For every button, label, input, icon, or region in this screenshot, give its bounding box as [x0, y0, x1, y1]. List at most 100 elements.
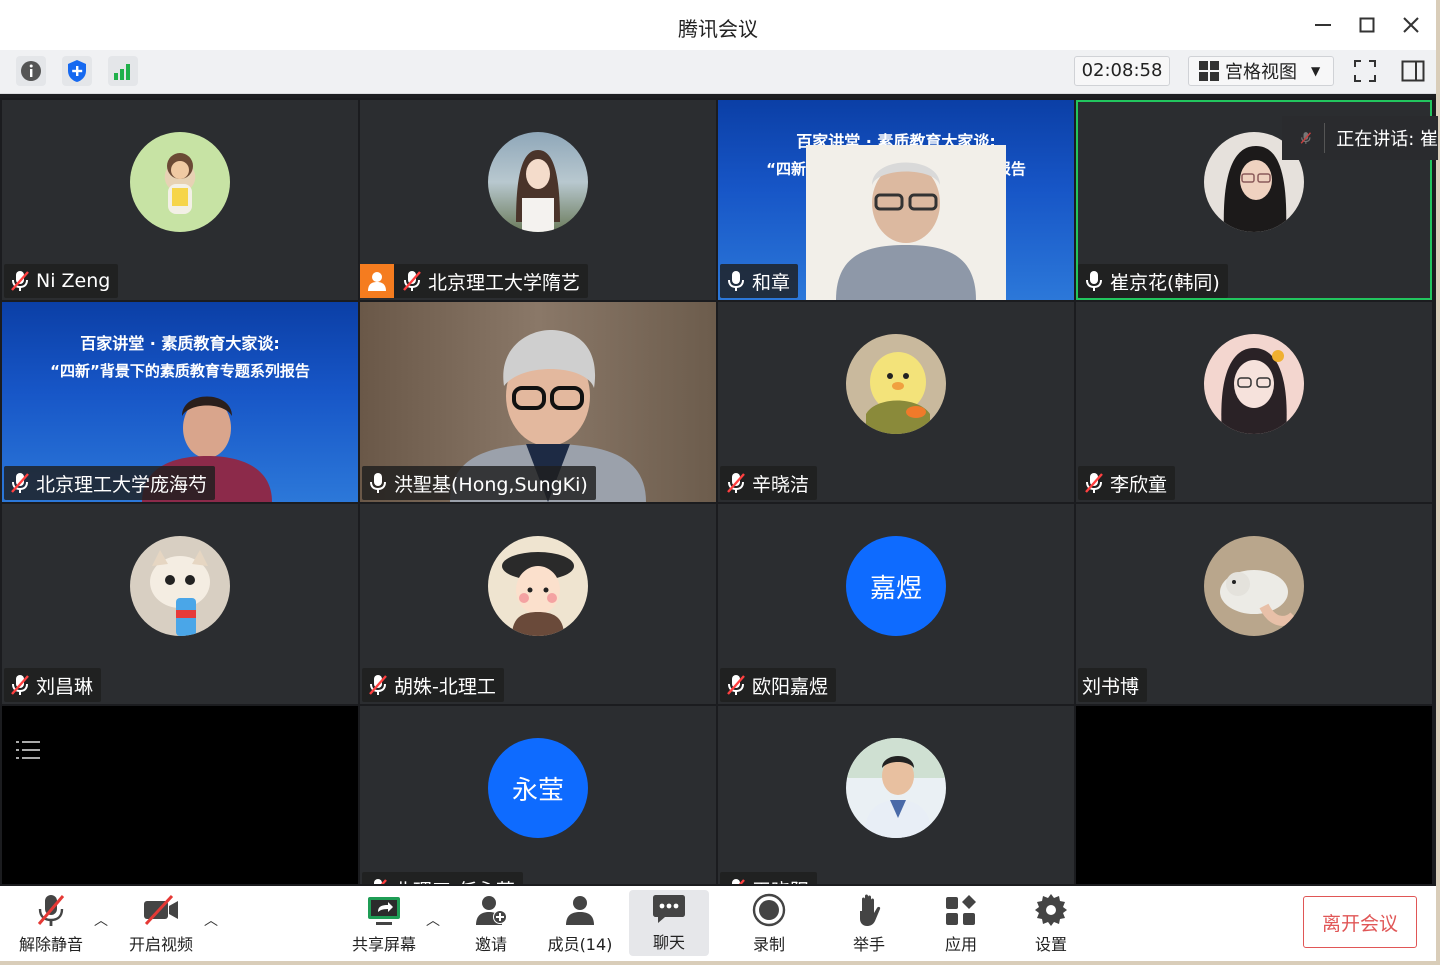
shield-icon — [68, 60, 86, 82]
mic-muted-icon — [11, 271, 29, 291]
host-badge — [360, 264, 394, 298]
view-mode-dropdown[interactable]: 宫格视图 ▼ — [1188, 56, 1334, 86]
share-screen-label: 共享屏幕 — [351, 934, 416, 954]
avatar: 永莹 — [488, 738, 588, 838]
participant-name: 北理工-任永莹 — [394, 876, 515, 885]
participant-tile[interactable]: 刘昌琳 — [2, 504, 358, 704]
participant-label: 胡姝-北理工 — [362, 668, 504, 702]
share-options-chevron-up-icon[interactable]: ︿ — [426, 910, 440, 930]
invite-button[interactable]: 邀请 — [462, 886, 520, 961]
participant-label: 刘书博 — [1078, 668, 1148, 702]
participant-name: 洪聖基(Hong,SungKi) — [394, 473, 588, 496]
participant-name: 和章 — [752, 271, 791, 294]
record-label: 录制 — [752, 934, 785, 954]
raise-hand-button[interactable]: 举手 — [840, 886, 898, 961]
participant-name: 辛晓洁 — [752, 473, 810, 496]
participant-name: 刘昌琳 — [36, 675, 94, 698]
participant-label: 辛晓洁 — [720, 466, 818, 500]
meeting-info-button[interactable] — [16, 56, 46, 86]
participant-tile[interactable]: 刘书博 — [1076, 504, 1432, 704]
record-button[interactable]: 录制 — [740, 886, 798, 961]
participant-label: 和章 — [720, 264, 799, 298]
gear-icon — [1035, 893, 1067, 926]
security-button[interactable] — [62, 56, 92, 86]
share-screen-icon — [368, 896, 400, 925]
participant-tile[interactable]: 嘉煜 欧阳嘉煜 — [718, 504, 1074, 704]
members-button[interactable]: 成员(14) — [540, 886, 620, 961]
chat-button[interactable]: 聊天 — [629, 890, 709, 956]
start-video-button[interactable]: 开启视频 — [124, 886, 198, 961]
view-mode-label: 宫格视图 — [1225, 62, 1297, 83]
signal-bars-icon — [114, 64, 130, 80]
participant-tile[interactable]: 胡姝-北理工 — [360, 504, 716, 704]
participant-name: 李欣童 — [1110, 473, 1168, 496]
participant-name: 北京理工大学隋艺 — [428, 271, 581, 294]
record-icon — [752, 893, 786, 926]
members-label: 成员(14) — [547, 934, 613, 954]
maximize-button[interactable] — [1352, 10, 1382, 40]
mic-muted-icon — [1300, 132, 1312, 144]
mic-muted-icon — [403, 271, 421, 291]
audio-options-chevron-up-icon[interactable]: ︿ — [94, 910, 108, 930]
window-title: 腾讯会议 — [678, 17, 758, 41]
participant-tile[interactable]: 洪聖基(Hong,SungKi) — [360, 302, 716, 502]
participant-tile[interactable]: 辛晓洁 — [718, 302, 1074, 502]
mic-muted-icon — [37, 894, 65, 926]
avatar: 嘉煜 — [846, 536, 946, 636]
participant-tile[interactable]: 李欣童 — [1076, 302, 1432, 502]
chat-label: 聊天 — [652, 933, 685, 952]
participant-tile[interactable]: 王晓阳 — [718, 706, 1074, 884]
fullscreen-icon — [1354, 60, 1376, 82]
title-bar: 腾讯会议 — [0, 0, 1436, 50]
settings-label: 设置 — [1034, 934, 1067, 954]
divider — [1323, 123, 1325, 153]
unmute-button[interactable]: 解除静音 — [14, 886, 88, 961]
participant-label: 王晓阳 — [720, 872, 818, 884]
leave-meeting-button[interactable]: 离开会议 — [1303, 896, 1417, 948]
close-button[interactable] — [1396, 10, 1426, 40]
participant-tile[interactable]: 百家讲堂 · 素质教育大家谈: “四新”背景下的素质教育专题系列报告 和章 — [718, 100, 1074, 300]
participant-tile[interactable]: 永莹 北理工-任永莹 — [360, 706, 716, 884]
participant-label: 洪聖基(Hong,SungKi) — [362, 466, 596, 500]
fullscreen-button[interactable] — [1350, 56, 1380, 86]
info-icon — [21, 61, 41, 81]
participant-tile[interactable]: 北京理工大学隋艺 — [360, 100, 716, 300]
raise-hand-label: 举手 — [852, 934, 885, 954]
sidebar-toggle-button[interactable] — [1398, 56, 1428, 86]
settings-button[interactable]: 设置 — [1022, 886, 1080, 961]
maximize-icon — [1359, 17, 1375, 33]
network-status-button[interactable] — [108, 56, 138, 86]
sidebar-icon — [1401, 60, 1425, 82]
chevron-down-icon: ▼ — [1311, 64, 1321, 78]
participant-label: 刘昌琳 — [4, 668, 102, 702]
participant-tile[interactable]: 百家讲堂 · 素质教育大家谈: “四新”背景下的素质教育专题系列报告 北京理工大… — [2, 302, 358, 502]
video-options-chevron-up-icon[interactable]: ︿ — [204, 910, 218, 930]
list-menu-icon[interactable] — [16, 740, 40, 760]
apps-button[interactable]: 应用 — [932, 886, 990, 961]
video-grid: Ni Zeng 北京理工大学隋艺 百家讲堂 · 素质教育大家谈: “四新”背景下… — [0, 98, 1436, 886]
bottom-control-bar: 解除静音 ︿ 开启视频 ︿ 共享屏幕 ︿ 邀请 成员(14) 聊天 录制 举手 … — [0, 886, 1436, 961]
avatar — [846, 334, 946, 434]
hand-icon — [860, 894, 881, 926]
participant-label: 北京理工大学庞海芍 — [4, 466, 216, 500]
meeting-window: 腾讯会议 02:08:58 宫格视图 ▼ Ni Zeng 北京理工大学隋艺 百家… — [0, 0, 1438, 961]
close-icon — [1403, 17, 1419, 33]
participant-name: 崔京花(韩同) — [1110, 271, 1220, 294]
participant-label: Ni Zeng — [4, 264, 119, 298]
share-screen-button[interactable]: 共享屏幕 — [348, 886, 420, 961]
participant-tile[interactable]: Ni Zeng — [2, 100, 358, 300]
add-user-icon — [476, 895, 507, 925]
participant-name: 欧阳嘉煜 — [752, 675, 829, 698]
mic-muted-icon — [11, 675, 29, 695]
participant-label: 崔京花(韩同) — [1078, 264, 1228, 298]
avatar — [130, 536, 230, 636]
avatar — [488, 132, 588, 232]
avatar — [1204, 334, 1304, 434]
participant-label: 北理工-任永莹 — [362, 872, 523, 884]
mic-muted-icon — [727, 675, 745, 695]
participant-label: 欧阳嘉煜 — [720, 668, 837, 702]
apps-grid-icon — [946, 894, 976, 925]
minimize-button[interactable] — [1308, 10, 1338, 40]
avatar — [130, 132, 230, 232]
participant-name: Ni Zeng — [36, 270, 111, 292]
